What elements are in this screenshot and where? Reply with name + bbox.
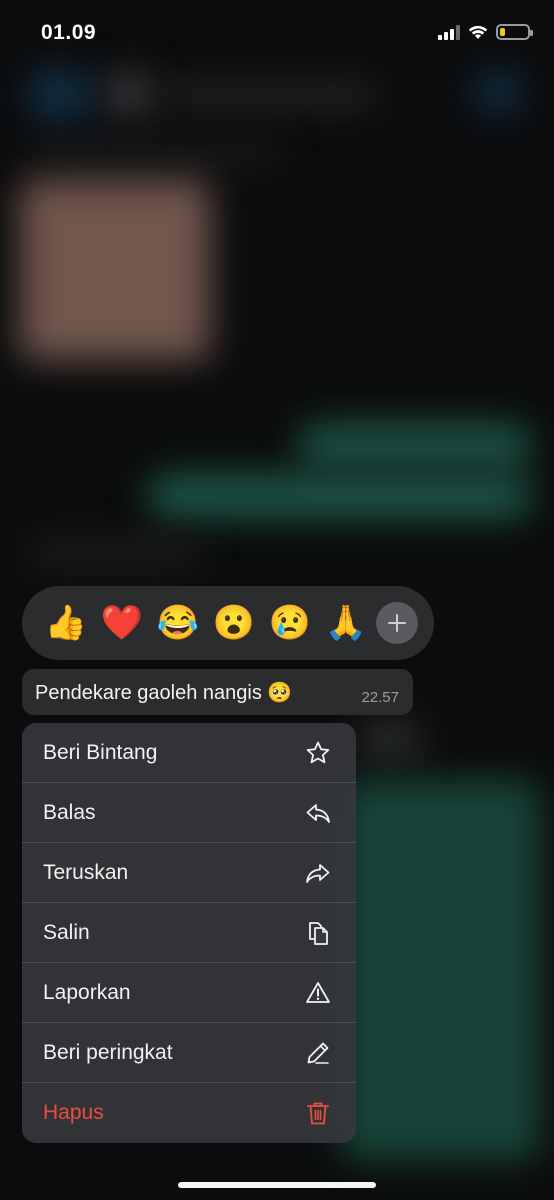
- menu-item-report[interactable]: Laporkan: [22, 963, 356, 1023]
- menu-item-label: Teruskan: [43, 860, 129, 884]
- reaction-red-heart[interactable]: ❤️: [94, 595, 150, 651]
- wifi-icon: [468, 25, 488, 39]
- message-action-menu: Beri Bintang Balas Teruskan Salin Lapork…: [22, 723, 356, 1143]
- menu-item-label: Balas: [43, 800, 96, 824]
- menu-item-rate[interactable]: Beri peringkat: [22, 1023, 356, 1083]
- menu-item-reply[interactable]: Balas: [22, 783, 356, 843]
- reaction-open-mouth[interactable]: 😮: [206, 595, 262, 651]
- message-time: 22.57: [361, 689, 399, 706]
- status-icons: [438, 24, 533, 40]
- menu-item-label: Beri Bintang: [43, 740, 158, 764]
- battery-icon: [496, 24, 533, 40]
- signal-icon: [438, 24, 460, 40]
- menu-item-label: Salin: [43, 920, 90, 944]
- menu-item-copy[interactable]: Salin: [22, 903, 356, 963]
- trash-icon: [307, 1102, 329, 1124]
- star-icon: [306, 741, 330, 763]
- pencil-icon: [307, 1042, 329, 1064]
- menu-item-delete[interactable]: Hapus: [22, 1083, 356, 1142]
- reaction-bar: 👍 ❤️ 😂 😮 😢 🙏: [22, 586, 434, 660]
- reaction-folded-hands[interactable]: 🙏: [318, 595, 374, 651]
- menu-item-label: Beri peringkat: [43, 1040, 173, 1064]
- reaction-tears-of-joy[interactable]: 😂: [150, 595, 206, 651]
- menu-item-forward[interactable]: Teruskan: [22, 843, 356, 903]
- reaction-crying-face[interactable]: 😢: [262, 595, 318, 651]
- plus-icon: [388, 614, 406, 632]
- forward-icon: [306, 863, 330, 883]
- message-text: Pendekare gaoleh nangis 🥺: [35, 682, 293, 704]
- copy-icon: [309, 921, 328, 945]
- more-reactions-button[interactable]: [376, 602, 418, 644]
- menu-item-label: Laporkan: [43, 980, 131, 1004]
- reaction-thumbs-up[interactable]: 👍: [38, 595, 94, 651]
- selected-message-bubble: Pendekare gaoleh nangis 🥺 22.57: [22, 669, 413, 715]
- home-indicator[interactable]: [178, 1182, 376, 1188]
- warning-icon: [306, 981, 330, 1003]
- reply-icon: [306, 803, 330, 823]
- menu-item-label: Hapus: [43, 1100, 104, 1124]
- menu-item-star[interactable]: Beri Bintang: [22, 723, 356, 783]
- status-bar: 01.09: [0, 0, 554, 70]
- status-time: 01.09: [41, 21, 97, 44]
